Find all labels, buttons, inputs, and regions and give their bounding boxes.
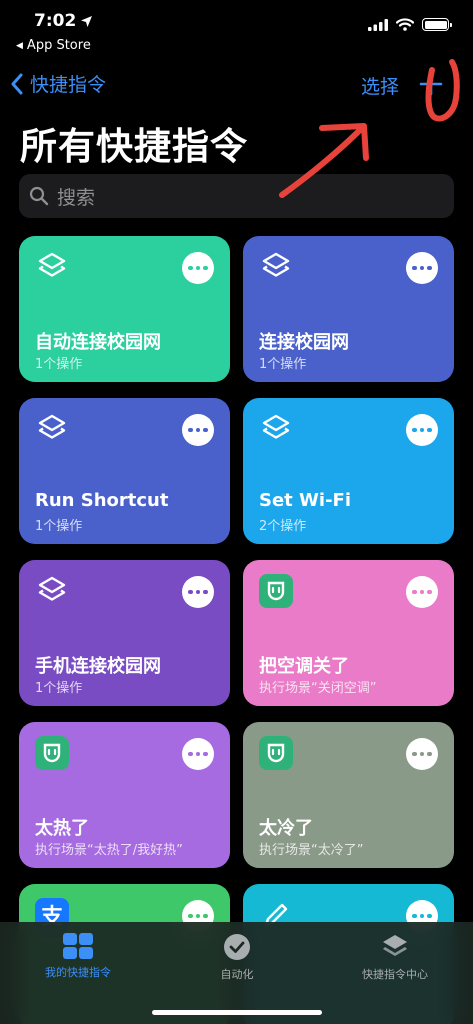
tab-label: 快捷指令中心 bbox=[362, 968, 428, 981]
tab-my-shortcuts[interactable]: 我的快捷指令 bbox=[8, 932, 148, 980]
shortcut-title: Run Shortcut bbox=[35, 490, 169, 511]
back-button[interactable]: 快捷指令 bbox=[10, 70, 106, 97]
shortcut-card[interactable]: Run Shortcut 1个操作 bbox=[19, 398, 230, 544]
shortcut-card[interactable]: 把空调关了执行场景“关闭空调” bbox=[243, 560, 454, 706]
more-options-button[interactable] bbox=[406, 738, 438, 770]
more-options-button[interactable] bbox=[182, 252, 214, 284]
shortcut-title: 太冷了 bbox=[259, 818, 313, 839]
location-arrow-icon bbox=[81, 15, 93, 27]
tab-gallery[interactable]: 快捷指令中心 bbox=[325, 932, 465, 982]
add-shortcut-button[interactable] bbox=[411, 64, 451, 104]
back-button-label: 快捷指令 bbox=[30, 74, 107, 96]
time-label: 7:02 bbox=[34, 11, 77, 31]
layers-icon bbox=[259, 250, 293, 284]
layers-icon bbox=[35, 574, 69, 608]
shortcut-subtitle: 2个操作 bbox=[259, 519, 307, 534]
layers-icon bbox=[259, 412, 293, 446]
status-bar: 7:02 ◀ App Store bbox=[0, 0, 473, 53]
back-app-label: App Store bbox=[26, 38, 91, 53]
more-options-button[interactable] bbox=[182, 576, 214, 608]
navigation-bar: 快捷指令 选择 bbox=[0, 62, 473, 106]
more-options-button[interactable] bbox=[182, 738, 214, 770]
shortcut-subtitle: 执行场景“太冷了” bbox=[259, 843, 364, 858]
shortcut-card[interactable]: 太热了执行场景“太热了/我好热” bbox=[19, 722, 230, 868]
back-to-app-store[interactable]: ◀ App Store bbox=[16, 38, 91, 53]
shortcut-card[interactable]: 自动连接校园网 1个操作 bbox=[19, 236, 230, 382]
shortcut-title: 太热了 bbox=[35, 818, 89, 839]
shortcut-subtitle: 1个操作 bbox=[35, 357, 83, 372]
grid-icon bbox=[63, 933, 93, 959]
layers-icon bbox=[35, 412, 69, 446]
home-indicator bbox=[152, 1010, 322, 1015]
cellular-signal-icon bbox=[368, 18, 388, 31]
battery-icon bbox=[422, 18, 452, 31]
shortcut-card[interactable]: 太冷了执行场景“太冷了” bbox=[243, 722, 454, 868]
plus-icon bbox=[419, 72, 443, 96]
tab-bar: 我的快捷指令 自动化 快捷指令中心 bbox=[0, 922, 473, 1024]
shortcut-title: 自动连接校园网 bbox=[35, 332, 161, 353]
mi-home-icon bbox=[35, 736, 69, 770]
layers-icon bbox=[35, 250, 69, 284]
shortcut-subtitle: 执行场景“关闭空调” bbox=[259, 681, 377, 696]
annotation-arrowhead bbox=[319, 123, 369, 161]
search-icon bbox=[29, 186, 49, 206]
tab-automation[interactable]: 自动化 bbox=[167, 932, 307, 982]
clock: 7:02 bbox=[34, 11, 93, 31]
wifi-icon bbox=[396, 18, 414, 31]
shortcut-subtitle: 1个操作 bbox=[35, 681, 83, 696]
shortcut-title: 手机连接校园网 bbox=[35, 656, 161, 677]
search-placeholder: 搜索 bbox=[57, 186, 96, 209]
shortcut-title: 把空调关了 bbox=[259, 656, 349, 677]
tab-label: 自动化 bbox=[220, 968, 254, 981]
shortcut-subtitle: 执行场景“太热了/我好热” bbox=[35, 843, 183, 858]
chevron-left-icon bbox=[11, 73, 23, 94]
select-button[interactable]: 选择 bbox=[361, 72, 399, 99]
more-options-button[interactable] bbox=[406, 576, 438, 608]
search-field[interactable]: 搜索 bbox=[19, 174, 454, 218]
layers-icon bbox=[383, 935, 407, 956]
more-options-button[interactable] bbox=[406, 252, 438, 284]
more-options-button[interactable] bbox=[406, 414, 438, 446]
status-icons bbox=[368, 18, 452, 31]
clock-check-icon bbox=[224, 934, 250, 960]
shortcut-card[interactable]: Set Wi-Fi 2个操作 bbox=[243, 398, 454, 544]
mi-home-icon bbox=[259, 736, 293, 770]
tab-label: 我的快捷指令 bbox=[45, 966, 111, 979]
back-triangle-icon: ◀ bbox=[16, 40, 23, 51]
mi-home-icon bbox=[259, 574, 293, 608]
shortcut-card[interactable]: 手机连接校园网 1个操作 bbox=[19, 560, 230, 706]
shortcut-title: Set Wi-Fi bbox=[259, 490, 352, 511]
shortcut-subtitle: 1个操作 bbox=[259, 357, 307, 372]
more-options-button[interactable] bbox=[182, 414, 214, 446]
shortcut-title: 连接校园网 bbox=[259, 332, 349, 353]
shortcut-card[interactable]: 连接校园网 1个操作 bbox=[243, 236, 454, 382]
shortcut-subtitle: 1个操作 bbox=[35, 519, 83, 534]
page-title: 所有快捷指令 bbox=[20, 125, 248, 168]
